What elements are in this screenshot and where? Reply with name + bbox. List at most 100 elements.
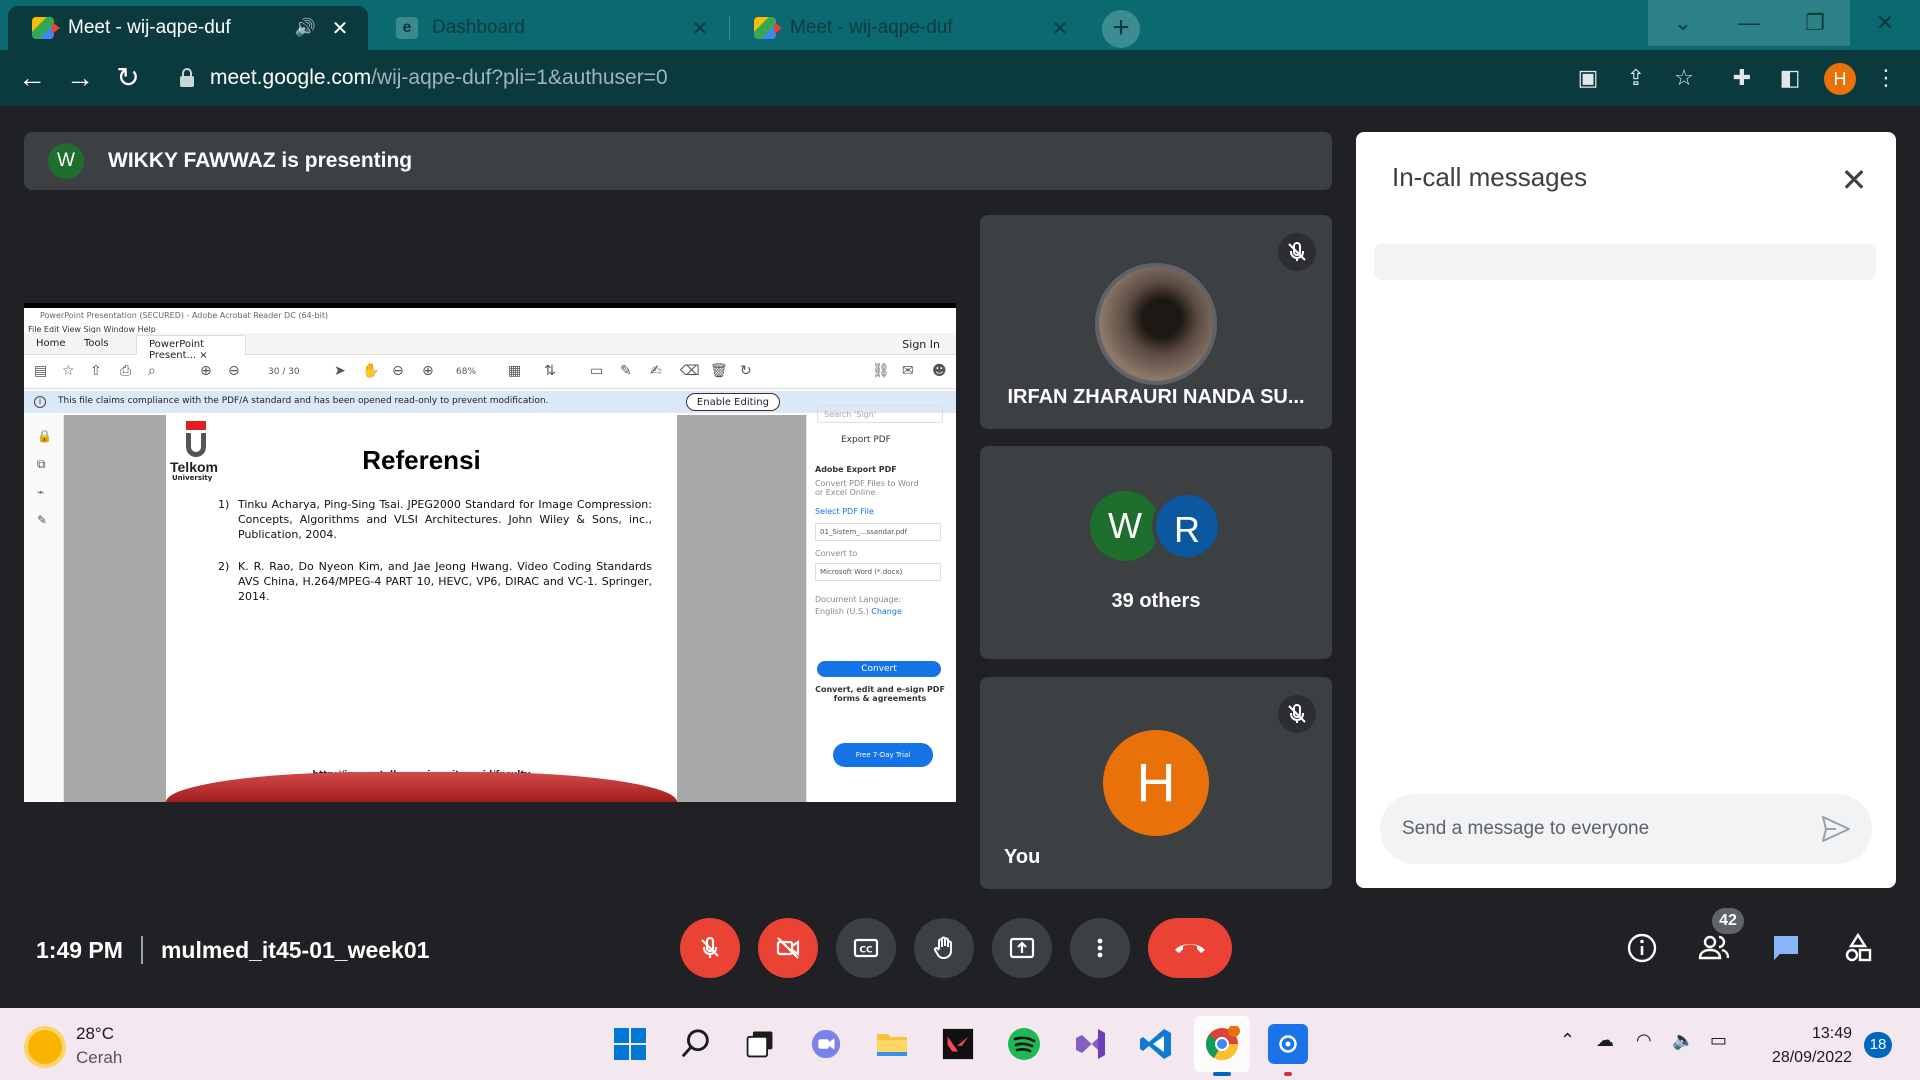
task-view-icon[interactable] bbox=[740, 1024, 780, 1064]
camera-toggle-button[interactable] bbox=[758, 918, 818, 978]
google-meet-icon bbox=[32, 17, 60, 39]
export-description: Convert PDF Files to Word or Excel Onlin… bbox=[815, 479, 919, 497]
leave-call-button[interactable] bbox=[1148, 918, 1232, 978]
mic-toggle-button[interactable] bbox=[680, 918, 740, 978]
participant-tile[interactable]: IRFAN ZHARAURI NANDA SU... bbox=[980, 215, 1332, 429]
document-language-label: Document Language: bbox=[815, 595, 902, 604]
bookmark-star-icon[interactable]: ☆ bbox=[1668, 62, 1700, 94]
menu-kebab-icon[interactable]: ⋮ bbox=[1870, 62, 1902, 94]
system-clock[interactable]: 13:49 28/09/2022 bbox=[1752, 1022, 1852, 1070]
teams-chat-icon[interactable] bbox=[806, 1024, 846, 1064]
weather-widget[interactable]: 28°C Cerah bbox=[28, 1022, 122, 1070]
zoom-search-icon: ⌕ bbox=[148, 363, 156, 379]
close-window-button[interactable]: ✕ bbox=[1850, 0, 1920, 46]
send-icon[interactable] bbox=[1820, 814, 1852, 844]
minimize-button[interactable]: — bbox=[1714, 0, 1784, 46]
tab-title: Dashboard bbox=[432, 17, 525, 38]
hang-up-icon bbox=[1175, 944, 1205, 953]
tab-meet-active[interactable]: Meet - wij-aqpe-duf 🔊 ✕ bbox=[8, 6, 368, 50]
svg-text:CC: CC bbox=[859, 946, 873, 956]
temperature: 28°C bbox=[76, 1024, 114, 1043]
share-icon[interactable]: ⇪ bbox=[1620, 62, 1652, 94]
onedrive-cloud-icon[interactable]: ☁ bbox=[1596, 1030, 1614, 1051]
more-options-button[interactable] bbox=[1070, 918, 1130, 978]
present-screen-button[interactable] bbox=[992, 918, 1052, 978]
chat-icon bbox=[1774, 936, 1798, 960]
pdfa-notice-text: This file claims compliance with the PDF… bbox=[58, 396, 549, 406]
activities-button[interactable] bbox=[1834, 924, 1882, 972]
notification-count-badge[interactable]: 18 bbox=[1864, 1032, 1892, 1058]
shared-screen[interactable]: PowerPoint Presentation (SECURED) - Adob… bbox=[24, 303, 956, 802]
meeting-details: 1:49 PM mulmed_it45-01_week01 bbox=[36, 936, 429, 964]
chrome-icon[interactable] bbox=[1202, 1024, 1242, 1064]
zoom-out-icon: ⊖ bbox=[392, 363, 404, 379]
lock-icon[interactable] bbox=[180, 67, 194, 87]
hand-icon: ✋ bbox=[362, 363, 380, 379]
battery-charging-icon[interactable]: ▭ bbox=[1710, 1030, 1727, 1051]
lock-icon: 🔒 bbox=[37, 429, 52, 443]
restore-button[interactable]: ❐ bbox=[1780, 0, 1850, 46]
chat-button[interactable] bbox=[1762, 924, 1810, 972]
message-input[interactable] bbox=[1402, 794, 1802, 864]
acrobat-left-rail: 🔒 ⧉ ⌁ ✎ bbox=[24, 415, 64, 802]
account-icon: ☻ bbox=[932, 363, 947, 379]
pages-icon: ⧉ bbox=[37, 457, 46, 471]
meeting-details-button[interactable] bbox=[1618, 924, 1666, 972]
screen-share-app-icon[interactable] bbox=[1268, 1024, 1308, 1064]
reference-item: 1) Tinku Acharya, Ping-Sing Tsai. JPEG20… bbox=[218, 497, 652, 542]
page-indicator: 30 / 30 bbox=[268, 367, 300, 377]
star-icon: ☆ bbox=[62, 363, 75, 379]
spotify-icon[interactable] bbox=[1004, 1024, 1044, 1064]
slide-title: Referensi bbox=[362, 445, 481, 475]
tab-search-chevron-icon[interactable]: ⌄ bbox=[1648, 0, 1718, 46]
reload-icon[interactable]: ↻ bbox=[110, 60, 146, 96]
sign-icon: ✍ bbox=[650, 363, 662, 379]
scroll-mode-icon: ⇅ bbox=[544, 363, 556, 379]
new-tab-button[interactable]: + bbox=[1102, 10, 1140, 48]
forward-arrow-icon[interactable]: → bbox=[62, 60, 98, 96]
close-tab-icon[interactable]: ✕ bbox=[330, 16, 350, 41]
valorant-icon[interactable] bbox=[938, 1024, 978, 1064]
mail-icon: ✉ bbox=[902, 363, 914, 379]
windows-start-icon[interactable] bbox=[610, 1024, 650, 1064]
attachment-icon: ⌁ bbox=[37, 485, 45, 499]
participant-name: IRFAN ZHARAURI NANDA SU... bbox=[1007, 386, 1305, 408]
show-hidden-icons-chevron-icon[interactable]: ⌃ bbox=[1560, 1030, 1575, 1051]
meeting-name: mulmed_it45-01_week01 bbox=[160, 936, 430, 963]
self-tile[interactable]: H You bbox=[980, 677, 1332, 889]
extensions-puzzle-icon[interactable]: ✚ bbox=[1726, 62, 1758, 94]
captions-button[interactable]: CC bbox=[836, 918, 896, 978]
acrobat-search-box: Search 'Sign' bbox=[817, 405, 943, 423]
tab-meet-2[interactable]: Meet - wij-aqpe-duf ✕ bbox=[730, 6, 1088, 50]
search-icon[interactable] bbox=[676, 1024, 716, 1064]
volume-icon[interactable]: 🔈 bbox=[1672, 1030, 1694, 1051]
wifi-icon[interactable]: ◠ bbox=[1636, 1030, 1652, 1051]
vscode-icon[interactable] bbox=[1136, 1024, 1176, 1064]
export-pdf-label: Export PDF bbox=[841, 435, 891, 445]
slide-page: Telkom University Referensi 1) Tinku Ach… bbox=[166, 415, 677, 802]
print-icon: ⎙ bbox=[120, 363, 132, 379]
profile-avatar[interactable]: H bbox=[1824, 63, 1856, 95]
close-tab-icon[interactable]: ✕ bbox=[690, 16, 710, 41]
raise-hand-button[interactable] bbox=[914, 918, 974, 978]
others-tile[interactable]: W R 39 others bbox=[980, 446, 1332, 659]
change-language-link: Change bbox=[871, 607, 902, 616]
mic-off-icon bbox=[1278, 695, 1316, 733]
close-tab-icon[interactable]: ✕ bbox=[1050, 16, 1070, 41]
acrobat-tab-tools: Tools bbox=[84, 338, 109, 349]
back-arrow-icon[interactable]: ← bbox=[14, 60, 50, 96]
camera-blocked-icon[interactable]: ▣ bbox=[1572, 62, 1604, 94]
file-explorer-icon[interactable] bbox=[872, 1024, 912, 1064]
message-input-container bbox=[1380, 794, 1872, 864]
tab-dashboard[interactable]: e Dashboard ✕ bbox=[372, 6, 728, 50]
sun-icon bbox=[28, 1030, 62, 1064]
recording-indicator bbox=[1284, 1072, 1292, 1076]
address-bar[interactable]: meet.google.com/wij-aqpe-duf?pli=1&authu… bbox=[164, 56, 1560, 100]
mic-off-icon bbox=[1278, 233, 1316, 271]
speaker-icon[interactable]: 🔊 bbox=[295, 18, 316, 38]
side-panel-icon[interactable]: ◧ bbox=[1774, 62, 1806, 94]
info-icon bbox=[1627, 933, 1657, 963]
close-icon[interactable]: ✕ bbox=[1834, 160, 1874, 200]
reference-item: 2) K. R. Rao, Do Nyeon Kim, and Jae Jeon… bbox=[218, 559, 652, 604]
visual-studio-icon[interactable] bbox=[1070, 1024, 1110, 1064]
